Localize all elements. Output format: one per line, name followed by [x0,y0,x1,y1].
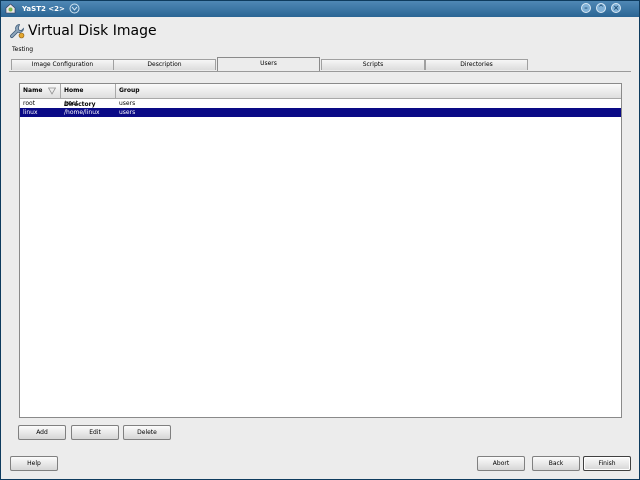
delete-button[interactable]: Delete [123,425,171,440]
title-bar[interactable]: YaST2 <2> – ^ × [1,1,639,17]
tab-description[interactable]: Description [113,59,216,70]
cell-name: linux [23,109,38,116]
abort-button[interactable]: Abort [477,456,525,471]
window-title: YaST2 <2> [22,5,65,13]
wrench-icon [10,24,25,39]
table-row-selected[interactable]: linux /home/linux users [20,108,621,117]
image-name-label: Testing [12,46,34,53]
cell-group: users [119,109,136,116]
maximize-icon[interactable]: ^ [596,3,606,13]
finish-button[interactable]: Finish [583,456,631,471]
tab-bar: Image Configuration Description Users Sc… [9,57,631,72]
table-row[interactable]: root /root users [20,99,621,108]
back-button[interactable]: Back [532,456,580,471]
yast-app-icon[interactable] [5,3,16,14]
tab-users[interactable]: Users [217,57,320,71]
table-header: Name Home Directory Group [20,84,621,108]
tab-scripts[interactable]: Scripts [321,59,425,70]
edit-button[interactable]: Edit [71,425,119,440]
help-button[interactable]: Help [10,456,58,471]
column-header-home-directory[interactable]: Home Directory [61,84,116,108]
minimize-icon[interactable]: – [581,3,591,13]
users-table[interactable]: Name Home Directory Group root /root use… [19,83,622,418]
column-header-group[interactable]: Group [116,84,621,98]
sort-descending-icon [48,87,56,95]
close-icon[interactable]: × [611,3,621,13]
column-header-name[interactable]: Name [20,84,61,98]
add-button[interactable]: Add [18,425,66,440]
tab-image-configuration[interactable]: Image Configuration [11,59,114,70]
application-window: YaST2 <2> – ^ × Virtual Disk Image Testi… [0,0,640,480]
cell-group: users [119,100,136,107]
cell-home-directory: /root [64,100,79,107]
cell-home-directory: /home/linux [64,109,100,116]
tab-directories[interactable]: Directories [425,59,528,70]
column-header-name-label: Name [23,87,43,94]
page-title: Virtual Disk Image [28,23,157,39]
shade-icon[interactable] [69,3,80,14]
cell-name: root [23,100,36,107]
